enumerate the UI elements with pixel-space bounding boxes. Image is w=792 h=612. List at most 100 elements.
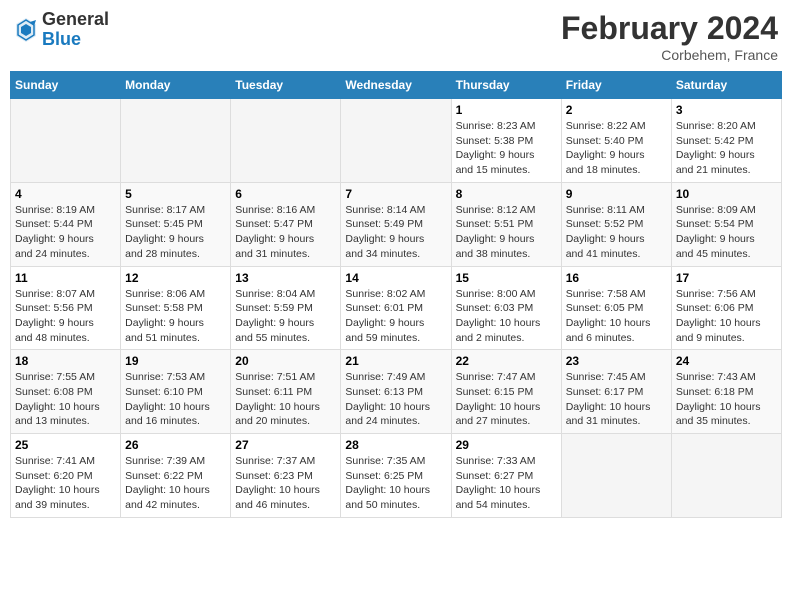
day-number: 10 [676, 187, 777, 201]
calendar-header: SundayMondayTuesdayWednesdayThursdayFrid… [11, 72, 782, 99]
day-number: 23 [566, 354, 667, 368]
day-info: Sunrise: 7:37 AMSunset: 6:23 PMDaylight:… [235, 454, 336, 513]
day-of-week-header: Monday [121, 72, 231, 99]
day-number: 1 [456, 103, 557, 117]
day-info: Sunrise: 7:56 AMSunset: 6:06 PMDaylight:… [676, 287, 777, 346]
calendar-week-row: 11Sunrise: 8:07 AMSunset: 5:56 PMDayligh… [11, 266, 782, 350]
calendar-day-cell [11, 99, 121, 183]
calendar-day-cell: 14Sunrise: 8:02 AMSunset: 6:01 PMDayligh… [341, 266, 451, 350]
day-info: Sunrise: 8:07 AMSunset: 5:56 PMDaylight:… [15, 287, 116, 346]
day-info: Sunrise: 8:14 AMSunset: 5:49 PMDaylight:… [345, 203, 446, 262]
calendar-day-cell: 17Sunrise: 7:56 AMSunset: 6:06 PMDayligh… [671, 266, 781, 350]
title-block: February 2024 Corbehem, France [561, 10, 778, 63]
day-info: Sunrise: 7:43 AMSunset: 6:18 PMDaylight:… [676, 370, 777, 429]
day-info: Sunrise: 8:00 AMSunset: 6:03 PMDaylight:… [456, 287, 557, 346]
calendar-day-cell: 2 Sunrise: 8:22 AMSunset: 5:40 PMDaylight… [561, 99, 671, 183]
logo-general-text: General [42, 10, 109, 30]
day-number: 12 [125, 271, 226, 285]
calendar-day-cell: 4 Sunrise: 8:19 AMSunset: 5:44 PMDaylight… [11, 182, 121, 266]
calendar-day-cell: 20 Sunrise: 7:51 AMSunset: 6:11 PMDayligh… [231, 350, 341, 434]
calendar-day-cell: 3Sunrise: 8:20 AMSunset: 5:42 PMDaylight… [671, 99, 781, 183]
day-number: 27 [235, 438, 336, 452]
calendar-week-row: 18 Sunrise: 7:55 AMSunset: 6:08 PMDayligh… [11, 350, 782, 434]
day-info: Sunrise: 7:55 AMSunset: 6:08 PMDaylight:… [15, 370, 116, 429]
day-info: Sunrise: 8:09 AMSunset: 5:54 PMDaylight:… [676, 203, 777, 262]
day-info: Sunrise: 8:22 AMSunset: 5:40 PMDaylight:… [566, 119, 667, 178]
calendar-day-cell: 9Sunrise: 8:11 AMSunset: 5:52 PMDaylight… [561, 182, 671, 266]
calendar-day-cell: 23 Sunrise: 7:45 AMSunset: 6:17 PMDayligh… [561, 350, 671, 434]
calendar-week-row: 1 Sunrise: 8:23 AMSunset: 5:38 PMDaylight… [11, 99, 782, 183]
day-of-week-header: Sunday [11, 72, 121, 99]
days-row: SundayMondayTuesdayWednesdayThursdayFrid… [11, 72, 782, 99]
day-info: Sunrise: 8:23 AMSunset: 5:38 PMDaylight:… [456, 119, 557, 178]
calendar-day-cell: 6Sunrise: 8:16 AMSunset: 5:47 PMDaylight… [231, 182, 341, 266]
day-number: 24 [676, 354, 777, 368]
day-number: 26 [125, 438, 226, 452]
calendar-day-cell [671, 434, 781, 518]
calendar-day-cell: 28Sunrise: 7:35 AMSunset: 6:25 PMDayligh… [341, 434, 451, 518]
page-header: General Blue February 2024 Corbehem, Fra… [10, 10, 782, 63]
day-number: 2 [566, 103, 667, 117]
day-number: 8 [456, 187, 557, 201]
day-info: Sunrise: 7:49 AMSunset: 6:13 PMDaylight:… [345, 370, 446, 429]
day-info: Sunrise: 7:45 AMSunset: 6:17 PMDaylight:… [566, 370, 667, 429]
calendar-title: February 2024 [561, 10, 778, 47]
calendar-table: SundayMondayTuesdayWednesdayThursdayFrid… [10, 71, 782, 518]
calendar-day-cell [341, 99, 451, 183]
day-of-week-header: Tuesday [231, 72, 341, 99]
day-number: 25 [15, 438, 116, 452]
day-of-week-header: Thursday [451, 72, 561, 99]
day-number: 21 [345, 354, 446, 368]
calendar-day-cell: 7 Sunrise: 8:14 AMSunset: 5:49 PMDaylight… [341, 182, 451, 266]
calendar-day-cell: 11Sunrise: 8:07 AMSunset: 5:56 PMDayligh… [11, 266, 121, 350]
day-number: 22 [456, 354, 557, 368]
calendar-day-cell: 1 Sunrise: 8:23 AMSunset: 5:38 PMDaylight… [451, 99, 561, 183]
day-of-week-header: Saturday [671, 72, 781, 99]
day-info: Sunrise: 8:12 AMSunset: 5:51 PMDaylight:… [456, 203, 557, 262]
day-info: Sunrise: 7:58 AMSunset: 6:05 PMDaylight:… [566, 287, 667, 346]
calendar-day-cell: 22 Sunrise: 7:47 AMSunset: 6:15 PMDayligh… [451, 350, 561, 434]
calendar-day-cell: 10 Sunrise: 8:09 AMSunset: 5:54 PMDayligh… [671, 182, 781, 266]
calendar-day-cell: 25 Sunrise: 7:41 AMSunset: 6:20 PMDayligh… [11, 434, 121, 518]
day-number: 18 [15, 354, 116, 368]
day-info: Sunrise: 8:16 AMSunset: 5:47 PMDaylight:… [235, 203, 336, 262]
calendar-day-cell: 13 Sunrise: 8:04 AMSunset: 5:59 PMDayligh… [231, 266, 341, 350]
calendar-day-cell: 8 Sunrise: 8:12 AMSunset: 5:51 PMDaylight… [451, 182, 561, 266]
day-info: Sunrise: 8:04 AMSunset: 5:59 PMDaylight:… [235, 287, 336, 346]
day-number: 13 [235, 271, 336, 285]
calendar-day-cell: 29Sunrise: 7:33 AMSunset: 6:27 PMDayligh… [451, 434, 561, 518]
day-info: Sunrise: 8:17 AMSunset: 5:45 PMDaylight:… [125, 203, 226, 262]
calendar-day-cell: 5 Sunrise: 8:17 AMSunset: 5:45 PMDaylight… [121, 182, 231, 266]
calendar-week-row: 25 Sunrise: 7:41 AMSunset: 6:20 PMDayligh… [11, 434, 782, 518]
calendar-body: 1 Sunrise: 8:23 AMSunset: 5:38 PMDaylight… [11, 99, 782, 518]
day-info: Sunrise: 8:19 AMSunset: 5:44 PMDaylight:… [15, 203, 116, 262]
day-number: 20 [235, 354, 336, 368]
day-info: Sunrise: 8:06 AMSunset: 5:58 PMDaylight:… [125, 287, 226, 346]
calendar-day-cell: 18 Sunrise: 7:55 AMSunset: 6:08 PMDayligh… [11, 350, 121, 434]
calendar-day-cell: 21 Sunrise: 7:49 AMSunset: 6:13 PMDayligh… [341, 350, 451, 434]
calendar-day-cell [231, 99, 341, 183]
calendar-day-cell: 19Sunrise: 7:53 AMSunset: 6:10 PMDayligh… [121, 350, 231, 434]
calendar-day-cell: 26Sunrise: 7:39 AMSunset: 6:22 PMDayligh… [121, 434, 231, 518]
day-info: Sunrise: 7:53 AMSunset: 6:10 PMDaylight:… [125, 370, 226, 429]
day-number: 16 [566, 271, 667, 285]
day-info: Sunrise: 7:41 AMSunset: 6:20 PMDaylight:… [15, 454, 116, 513]
calendar-day-cell: 27 Sunrise: 7:37 AMSunset: 6:23 PMDayligh… [231, 434, 341, 518]
day-number: 7 [345, 187, 446, 201]
calendar-location: Corbehem, France [561, 47, 778, 63]
calendar-week-row: 4 Sunrise: 8:19 AMSunset: 5:44 PMDaylight… [11, 182, 782, 266]
day-number: 5 [125, 187, 226, 201]
day-info: Sunrise: 8:02 AMSunset: 6:01 PMDaylight:… [345, 287, 446, 346]
day-number: 3 [676, 103, 777, 117]
calendar-day-cell [121, 99, 231, 183]
day-number: 4 [15, 187, 116, 201]
calendar-day-cell: 16 Sunrise: 7:58 AMSunset: 6:05 PMDayligh… [561, 266, 671, 350]
day-info: Sunrise: 7:51 AMSunset: 6:11 PMDaylight:… [235, 370, 336, 429]
calendar-day-cell: 15Sunrise: 8:00 AMSunset: 6:03 PMDayligh… [451, 266, 561, 350]
day-info: Sunrise: 8:11 AMSunset: 5:52 PMDaylight:… [566, 203, 667, 262]
calendar-day-cell: 12 Sunrise: 8:06 AMSunset: 5:58 PMDayligh… [121, 266, 231, 350]
day-info: Sunrise: 7:47 AMSunset: 6:15 PMDaylight:… [456, 370, 557, 429]
logo-text: General Blue [42, 10, 109, 50]
calendar-day-cell: 24 Sunrise: 7:43 AMSunset: 6:18 PMDayligh… [671, 350, 781, 434]
day-number: 29 [456, 438, 557, 452]
